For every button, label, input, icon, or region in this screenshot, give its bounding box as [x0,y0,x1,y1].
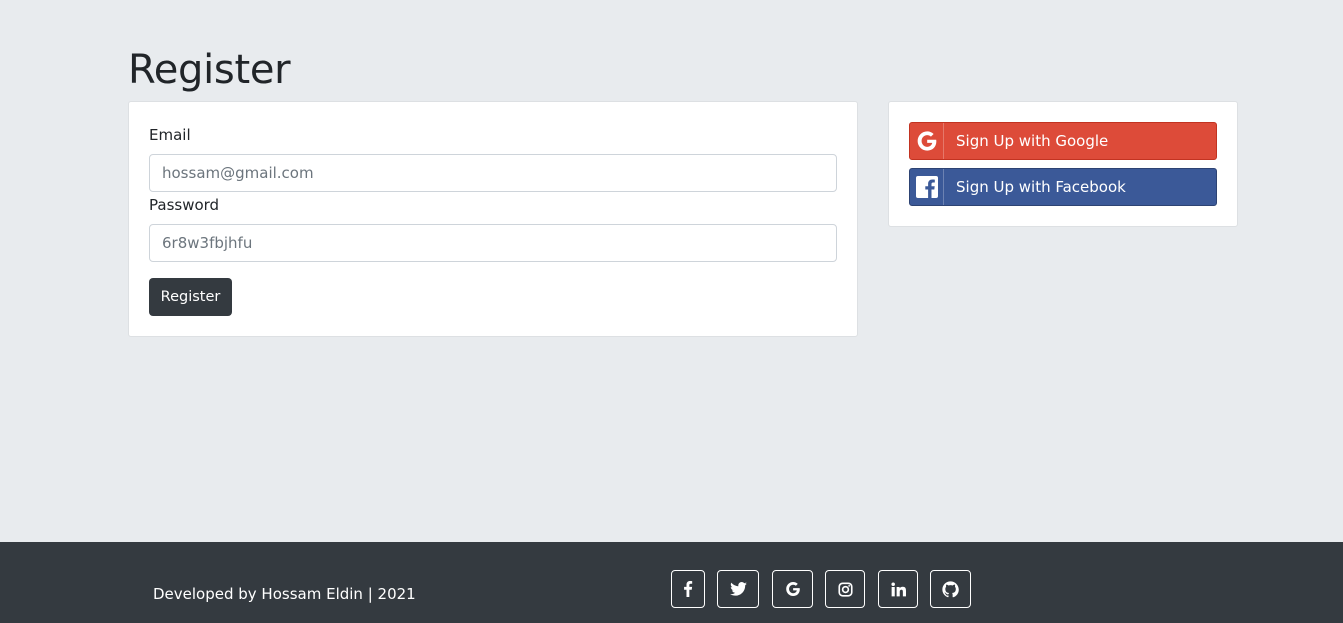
facebook-icon [910,169,944,205]
instagram-link[interactable] [825,570,865,608]
google-signup-button[interactable]: Sign Up with Google [909,122,1217,160]
twitter-link[interactable] [717,570,759,608]
facebook-signup-button[interactable]: Sign Up with Facebook [909,168,1217,206]
email-input[interactable] [149,154,837,192]
google-signup-label: Sign Up with Google [956,132,1109,150]
linkedin-icon [890,581,906,597]
twitter-icon [729,582,747,596]
register-form-card: Email Password Register [128,101,858,337]
facebook-icon [683,581,693,597]
instagram-icon [837,581,853,597]
page-title: Register [128,47,291,93]
google-icon [910,123,944,159]
github-link[interactable] [930,570,971,608]
facebook-signup-label: Sign Up with Facebook [956,178,1126,196]
password-label: Password [149,196,220,214]
facebook-link[interactable] [671,570,705,608]
linkedin-link[interactable] [878,570,918,608]
google-icon [785,581,801,597]
footer-credit: Developed by Hossam Eldin | 2021 [153,585,416,603]
google-link[interactable] [772,570,813,608]
password-input[interactable] [149,224,837,262]
email-label: Email [149,126,191,144]
social-signup-card: Sign Up with Google Sign Up with Faceboo… [888,101,1238,227]
register-button[interactable]: Register [149,278,232,316]
footer: Developed by Hossam Eldin | 2021 [0,542,1343,623]
github-icon [942,580,959,598]
